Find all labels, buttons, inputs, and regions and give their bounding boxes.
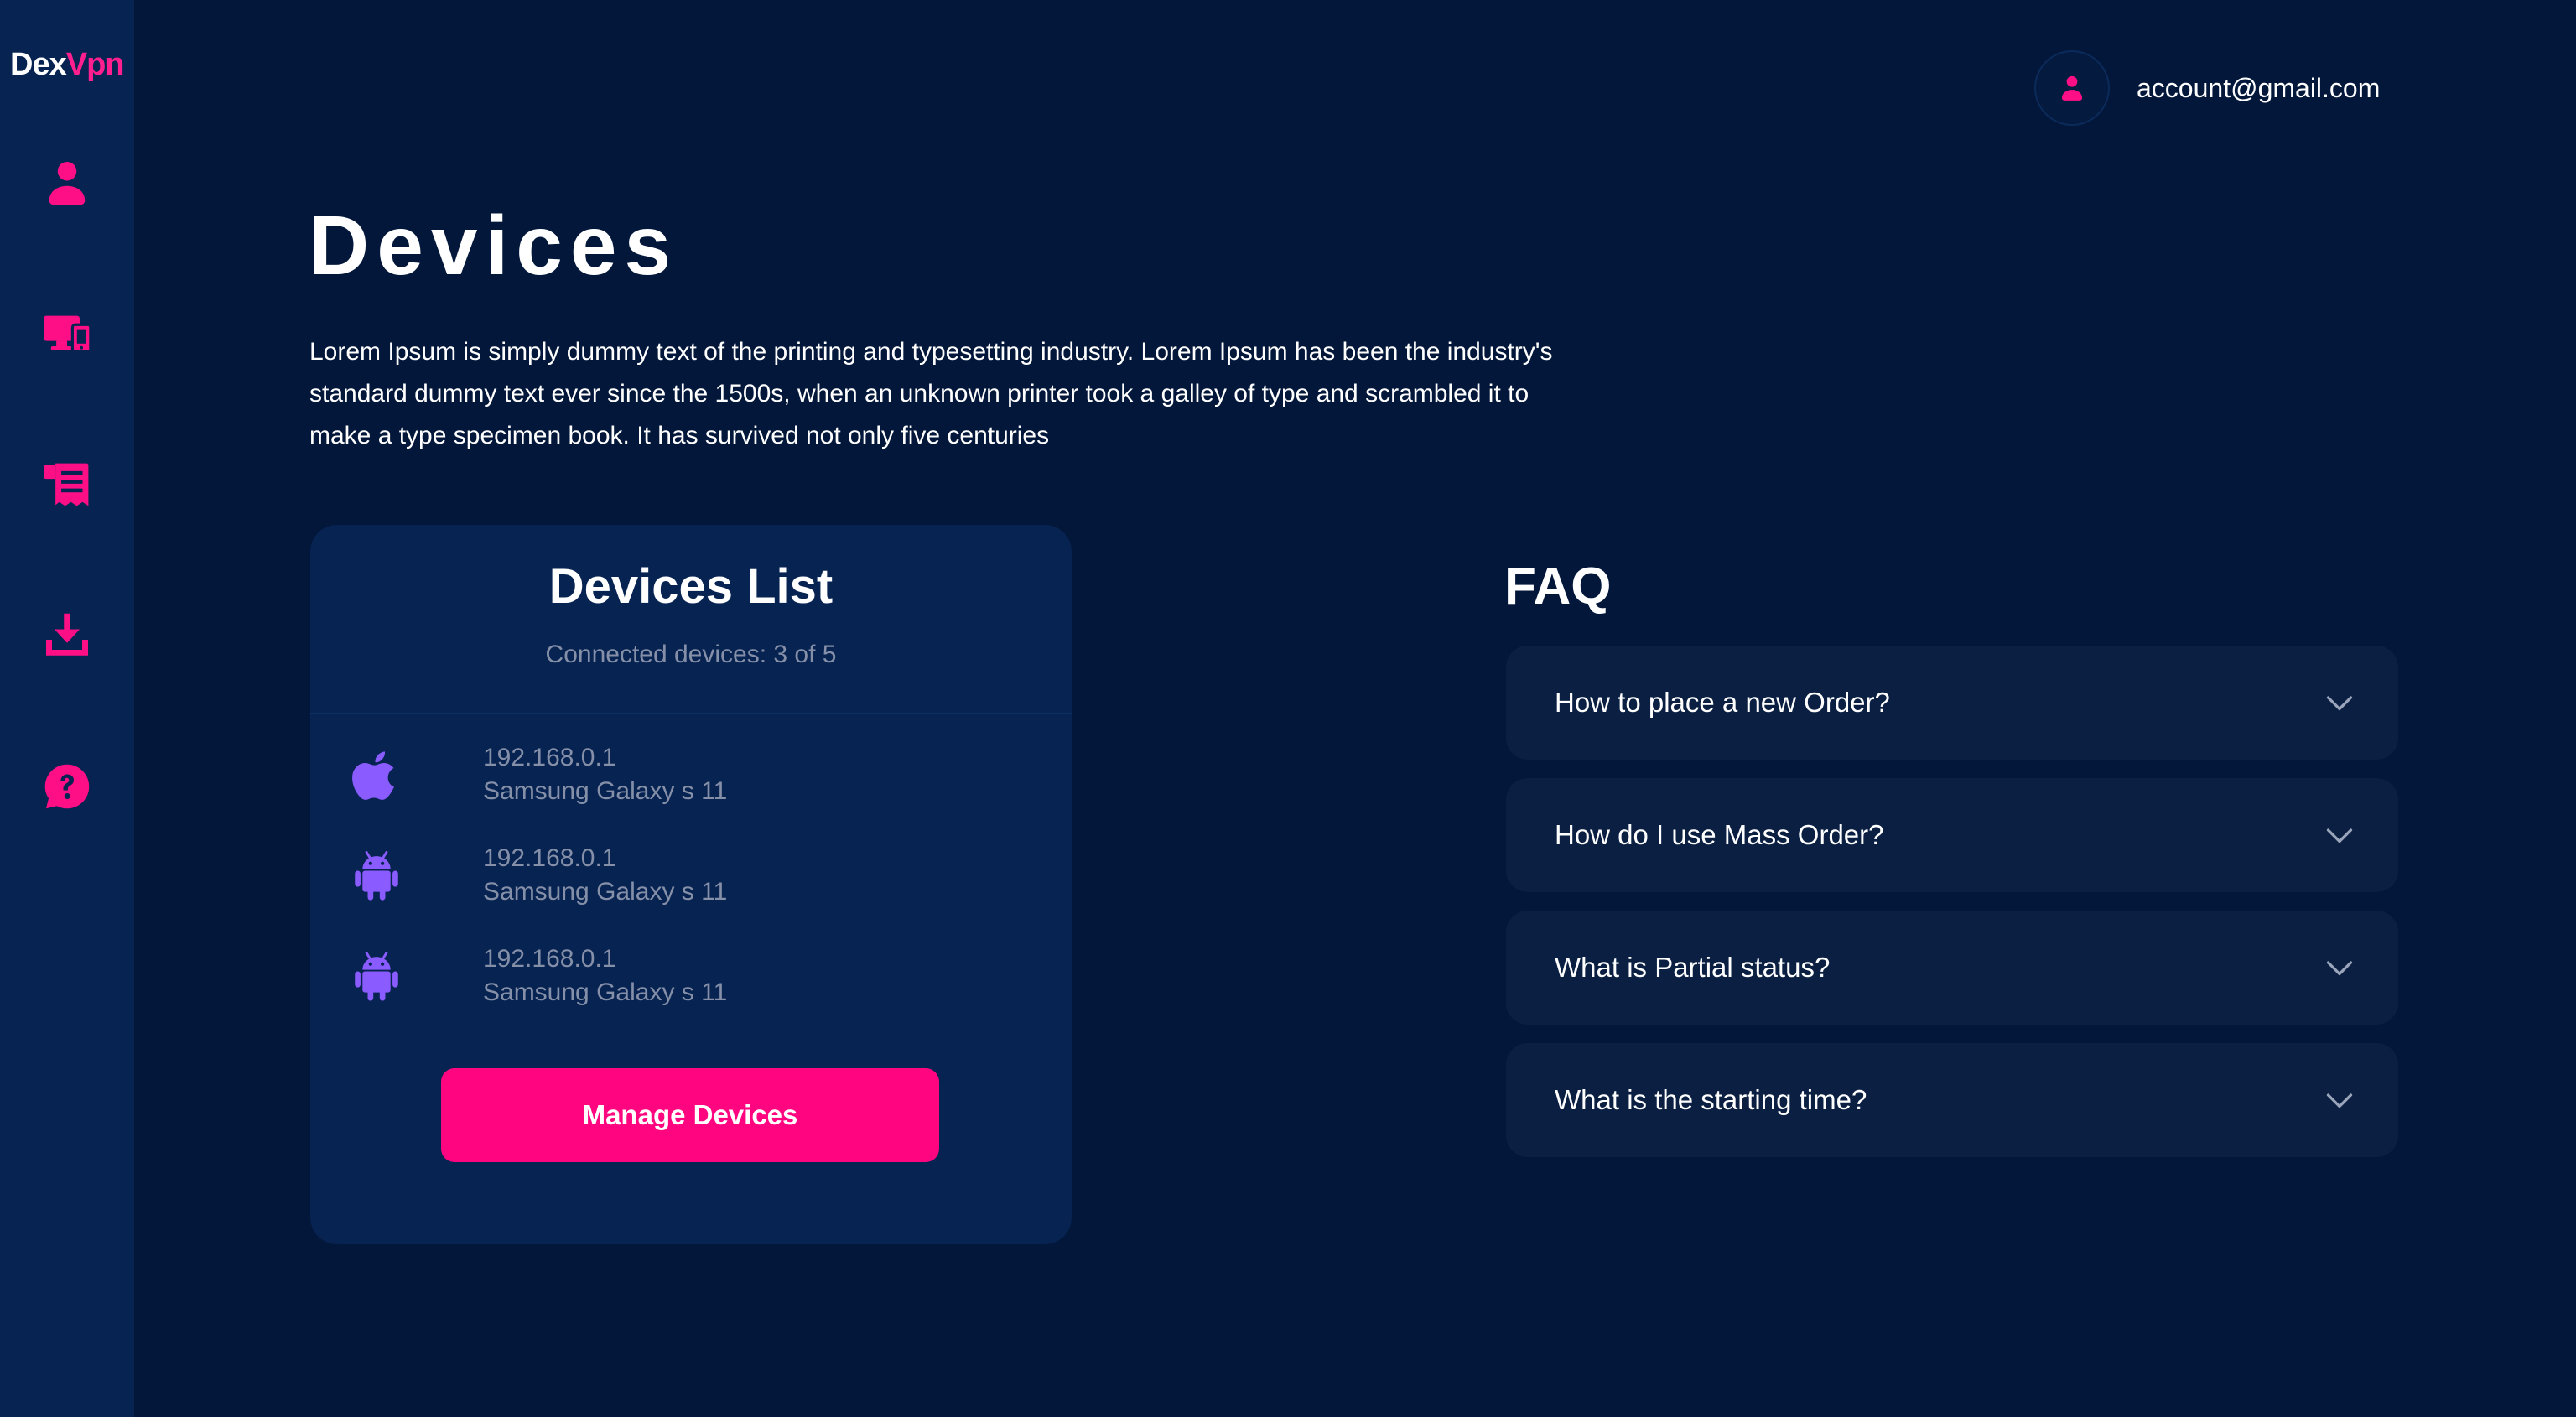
faq-item[interactable]: What is the starting time? xyxy=(1506,1043,2398,1157)
download-icon xyxy=(46,613,88,656)
brand-logo-part2: Vpn xyxy=(65,47,125,82)
faq-title: FAQ xyxy=(1504,558,1612,615)
devices-list-title: Devices List xyxy=(548,559,834,614)
faq-question: What is the starting time? xyxy=(1555,1084,1867,1115)
page-title: Devices xyxy=(309,199,679,293)
receipt-icon xyxy=(44,463,89,506)
faq-item[interactable]: How to place a new Order? xyxy=(1506,646,2398,760)
android-icon xyxy=(355,951,398,1001)
sidebar-item-help[interactable] xyxy=(34,753,101,820)
device-ip: 192.168.0.1 xyxy=(483,844,616,872)
device-row[interactable]: 192.168.0.1 Samsung Galaxy s 11 xyxy=(352,942,1023,1018)
chevron-down-icon xyxy=(2326,961,2353,976)
sidebar-item-billing[interactable] xyxy=(34,451,101,518)
device-row[interactable]: 192.168.0.1 Samsung Galaxy s 11 xyxy=(352,842,1023,917)
sidebar-item-account[interactable] xyxy=(34,149,101,216)
devices-card: Devices List Connected devices: 3 of 5 1… xyxy=(310,525,1072,1244)
brand-logo[interactable]: DexVpn xyxy=(10,47,124,83)
account-email: account@gmail.com xyxy=(2137,72,2381,103)
sidebar-item-downloads[interactable] xyxy=(34,602,101,669)
user-icon xyxy=(2061,75,2083,101)
devices-icon xyxy=(44,315,92,354)
help-icon xyxy=(44,764,90,809)
chevron-down-icon xyxy=(2326,828,2353,843)
device-name: Samsung Galaxy s 11 xyxy=(483,878,728,906)
sidebar: DexVpn xyxy=(0,0,134,1417)
divider xyxy=(310,713,1072,714)
page-description: Lorem Ipsum is simply dummy text of the … xyxy=(309,338,1553,449)
faq-question: What is Partial status? xyxy=(1555,952,1831,983)
faq-item[interactable]: What is Partial status? xyxy=(1506,911,2398,1025)
device-name: Samsung Galaxy s 11 xyxy=(483,978,728,1006)
sidebar-item-devices[interactable] xyxy=(34,300,101,367)
device-ip: 192.168.0.1 xyxy=(483,945,616,973)
device-info: 192.168.0.1 Samsung Galaxy s 11 xyxy=(483,942,727,1010)
app-root: DexVpn account@gmail.com Devices Lorem I… xyxy=(0,0,2576,1417)
apple-icon xyxy=(352,751,394,800)
manage-devices-button[interactable]: Manage Devices xyxy=(441,1068,939,1162)
connected-devices-count: Connected devices: 3 of 5 xyxy=(545,641,837,668)
account-menu[interactable]: account@gmail.com xyxy=(2034,50,2380,126)
user-icon xyxy=(49,162,86,205)
chevron-down-icon xyxy=(2326,1093,2353,1108)
faq-question: How to place a new Order? xyxy=(1555,687,1890,718)
device-info: 192.168.0.1 Samsung Galaxy s 11 xyxy=(483,842,727,909)
device-info: 192.168.0.1 Samsung Galaxy s 11 xyxy=(483,741,727,808)
faq-item[interactable]: How do I use Mass Order? xyxy=(1506,778,2398,892)
avatar[interactable] xyxy=(2034,50,2110,126)
device-row[interactable]: 192.168.0.1 Samsung Galaxy s 11 xyxy=(352,741,1023,817)
android-icon xyxy=(355,850,398,901)
faq-question: How do I use Mass Order? xyxy=(1555,819,1884,850)
device-ip: 192.168.0.1 xyxy=(483,744,616,771)
brand-logo-part1: Dex xyxy=(10,47,67,82)
device-name: Samsung Galaxy s 11 xyxy=(483,777,728,805)
chevron-down-icon xyxy=(2326,696,2353,711)
